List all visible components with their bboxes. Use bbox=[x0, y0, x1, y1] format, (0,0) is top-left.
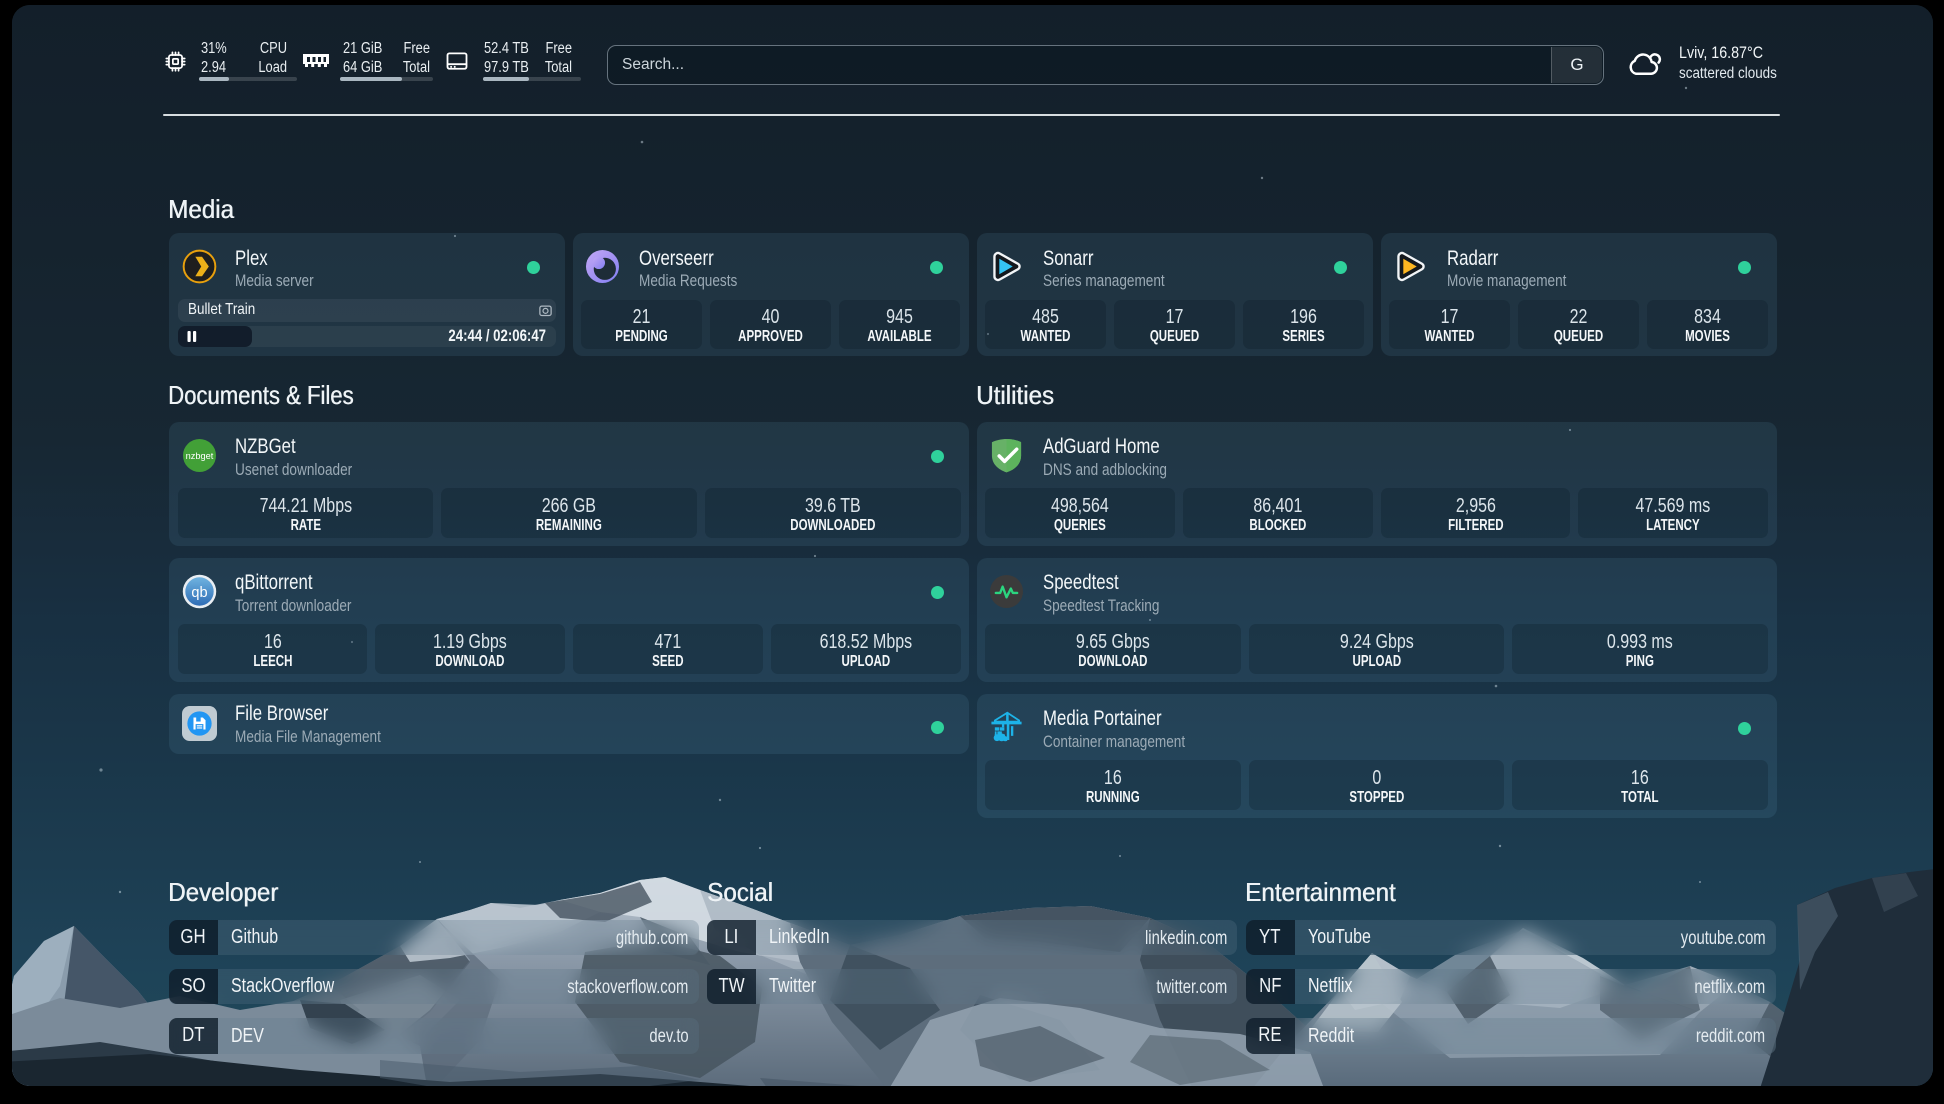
svg-text:nzbget: nzbget bbox=[185, 450, 213, 460]
svg-text:qb: qb bbox=[191, 584, 207, 600]
